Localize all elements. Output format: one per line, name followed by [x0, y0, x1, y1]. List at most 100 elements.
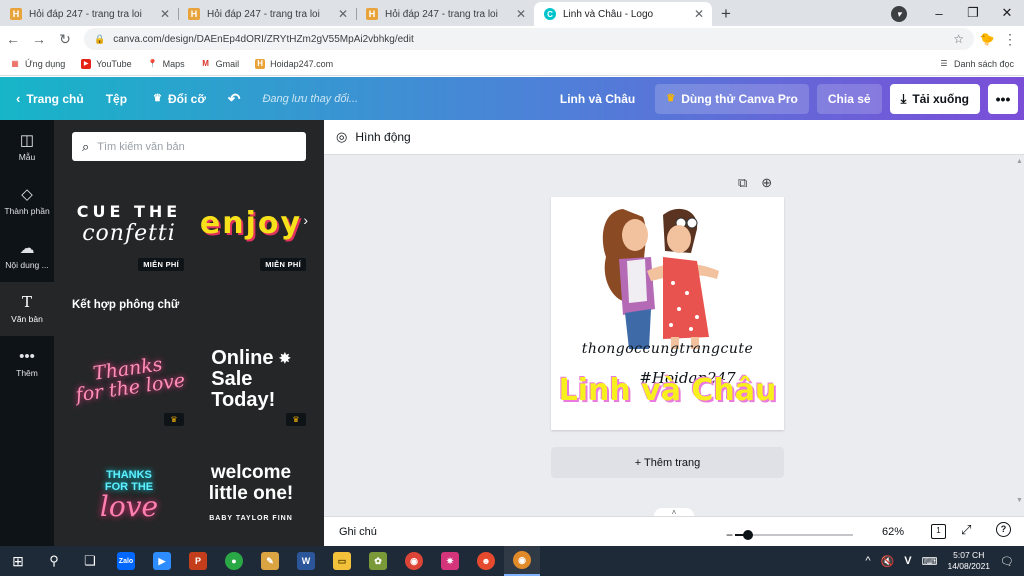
- rail-uploads[interactable]: ☁ Nội dung ...: [0, 228, 54, 282]
- design-title[interactable]: Linh và Châu: [560, 92, 635, 106]
- restore-button[interactable]: ❐: [956, 5, 990, 21]
- reading-list[interactable]: ☰ Danh sách đọc: [939, 59, 1014, 69]
- resize-label: Đổi cỡ: [168, 91, 206, 106]
- paint-app-icon[interactable]: ✎: [252, 546, 288, 576]
- zoom-slider-handle[interactable]: [742, 530, 753, 540]
- url-text[interactable]: canva.com/design/DAEnEp4dORI/ZRYtHZm2gV5…: [113, 34, 953, 45]
- reload-button[interactable]: ↻: [52, 31, 78, 48]
- zalo-app-icon[interactable]: Zalo: [108, 546, 144, 576]
- close-tab-icon[interactable]: ✕: [694, 7, 704, 21]
- notifications-icon[interactable]: 🗨: [1000, 555, 1014, 568]
- chrome-app-icon[interactable]: ◉: [396, 546, 432, 576]
- windows-start-icon[interactable]: ⊞: [0, 546, 36, 576]
- close-tab-icon[interactable]: ✕: [160, 7, 170, 21]
- vertical-scrollbar[interactable]: ▲ ▼: [1014, 156, 1024, 506]
- sample-text-line: Sale: [211, 367, 253, 390]
- browser-tab[interactable]: H Hỏi đáp 247 - trang tra loi ✕: [0, 2, 178, 26]
- animate-button[interactable]: Hình động: [355, 130, 410, 144]
- close-window-button[interactable]: ✕: [990, 5, 1024, 21]
- scroll-down-icon[interactable]: ▼: [1016, 497, 1023, 504]
- sample-text-line: love: [99, 490, 159, 523]
- keyboard-icon[interactable]: ⌨: [922, 555, 938, 568]
- search-icon[interactable]: ⚲: [36, 546, 72, 576]
- scroll-up-icon[interactable]: ▲: [1016, 158, 1023, 165]
- text-sample-enjoy[interactable]: enjoy MIỄN PHÍ: [192, 178, 310, 271]
- zoom-out-icon[interactable]: −: [726, 528, 733, 542]
- editor-footer: Ghi chú − 62% 1 ⤢ ?: [324, 516, 1024, 546]
- design-main-title[interactable]: Linh và Châu: [551, 373, 784, 408]
- rail-elements[interactable]: ◇ Thành phần: [0, 174, 54, 228]
- sample-text: Online ✸ Sale Today!: [211, 347, 291, 411]
- pink-app-icon[interactable]: ✷: [432, 546, 468, 576]
- file-explorer-icon[interactable]: ▭: [324, 546, 360, 576]
- browser-menu-icon[interactable]: ⋮: [1000, 31, 1020, 48]
- text-sample-online-sale[interactable]: Online ✸ Sale Today! ♛: [192, 334, 310, 426]
- bookmark-maps[interactable]: 📍 Maps: [148, 59, 185, 69]
- ime-v-icon[interactable]: V: [904, 555, 911, 567]
- green-app-icon[interactable]: ●: [216, 546, 252, 576]
- text-sample-welcome-little-one[interactable]: welcome little one! BABY TAYLOR FINN: [192, 450, 310, 540]
- share-button[interactable]: Chia sẻ: [816, 83, 882, 114]
- duplicate-page-icon[interactable]: ⧉: [738, 175, 747, 191]
- page-count[interactable]: 1: [931, 524, 946, 539]
- chrome-canary-app-icon[interactable]: ◉: [504, 546, 540, 576]
- browser-tab[interactable]: H Hỏi đáp 247 - trang tra loi ✕: [356, 2, 534, 26]
- chevron-right-icon[interactable]: ›: [303, 212, 308, 228]
- forward-button[interactable]: →: [26, 31, 52, 47]
- extension-icon[interactable]: 🐤: [974, 32, 1000, 46]
- back-button[interactable]: ←: [0, 31, 26, 47]
- try-pro-button[interactable]: ♛ Dùng thử Canva Pro: [655, 83, 809, 114]
- browser-tab[interactable]: H Hỏi đáp 247 - trang tra loi ✕: [178, 2, 356, 26]
- volume-muted-icon[interactable]: 🔇: [881, 555, 895, 568]
- clock[interactable]: 5:07 CH 14/08/2021: [947, 550, 990, 572]
- text-search-input[interactable]: [97, 140, 296, 153]
- file-menu-button[interactable]: Tệp: [106, 92, 127, 106]
- bookmark-gmail[interactable]: M Gmail: [201, 59, 239, 69]
- add-page-button[interactable]: + Thêm trang: [551, 447, 784, 478]
- add-page-icon[interactable]: ⊕: [761, 175, 772, 191]
- lock-icon[interactable]: 🔒: [94, 34, 105, 45]
- notes-button[interactable]: Ghi chú: [339, 526, 377, 538]
- rail-text[interactable]: T Văn bản: [0, 282, 54, 336]
- sample-text-line: little one!: [208, 482, 294, 504]
- address-bar[interactable]: 🔒 canva.com/design/DAEnEp4dORI/ZRYtHZm2g…: [84, 28, 974, 50]
- photos-app-icon[interactable]: ✿: [360, 546, 396, 576]
- home-button[interactable]: ‹ Trang chủ: [16, 91, 84, 106]
- close-tab-icon[interactable]: ✕: [338, 7, 348, 21]
- tab-search-button[interactable]: ▾: [888, 5, 922, 22]
- text-icon: T: [21, 292, 32, 311]
- more-options-button[interactable]: •••: [988, 83, 1018, 114]
- text-sample-cue-the-confetti[interactable]: CUE THE confetti MIỄN PHÍ: [70, 178, 188, 271]
- download-button[interactable]: ⤓ Tải xuống: [889, 83, 980, 114]
- bookmark-youtube[interactable]: ▶ YouTube: [81, 58, 132, 69]
- bookmark-hoidap[interactable]: H Hoidap247.com: [255, 58, 333, 69]
- text-sample-thanks-neon[interactable]: THANKS FOR THE love: [70, 450, 188, 540]
- word-app-icon[interactable]: W: [288, 546, 324, 576]
- new-tab-button[interactable]: +: [712, 2, 740, 26]
- chevron-up-icon[interactable]: ^: [865, 555, 870, 567]
- text-search-box[interactable]: ⌕: [72, 132, 306, 161]
- bookmark-label: Ứng dụng: [25, 58, 66, 69]
- design-tagline[interactable]: thongoccungtrangcute: [551, 341, 784, 357]
- bookmark-star-icon[interactable]: ☆: [953, 32, 964, 46]
- rail-templates[interactable]: ◫ Mẫu: [0, 120, 54, 174]
- red-app-icon[interactable]: ☻: [468, 546, 504, 576]
- design-page[interactable]: thongoccungtrangcute #Hoidap247 Linh và …: [551, 197, 784, 430]
- zoom-slider[interactable]: [735, 530, 854, 540]
- help-icon[interactable]: ?: [996, 522, 1011, 537]
- close-tab-icon[interactable]: ✕: [516, 7, 526, 21]
- powerpoint-app-icon[interactable]: P: [180, 546, 216, 576]
- rail-more[interactable]: ••• Thêm: [0, 336, 54, 390]
- undo-button[interactable]: ↶: [228, 90, 241, 108]
- task-view-icon[interactable]: ❏: [72, 546, 108, 576]
- resize-button[interactable]: ♛ Đổi cỡ: [153, 92, 206, 106]
- zoom-value[interactable]: 62%: [882, 526, 904, 538]
- sample-text-line: THANKS: [106, 469, 152, 481]
- zoom-app-icon[interactable]: ▶: [144, 546, 180, 576]
- bookmark-apps[interactable]: ▦ Ứng dụng: [10, 59, 65, 69]
- fullscreen-icon[interactable]: ⤢: [961, 522, 971, 538]
- undo-icon: ↶: [227, 90, 241, 108]
- browser-tab-active[interactable]: C Linh và Châu - Logo ✕: [534, 2, 712, 26]
- minimize-button[interactable]: –: [922, 6, 956, 21]
- text-sample-thanks-for-the-love[interactable]: Thanks for the love ♛: [70, 334, 188, 426]
